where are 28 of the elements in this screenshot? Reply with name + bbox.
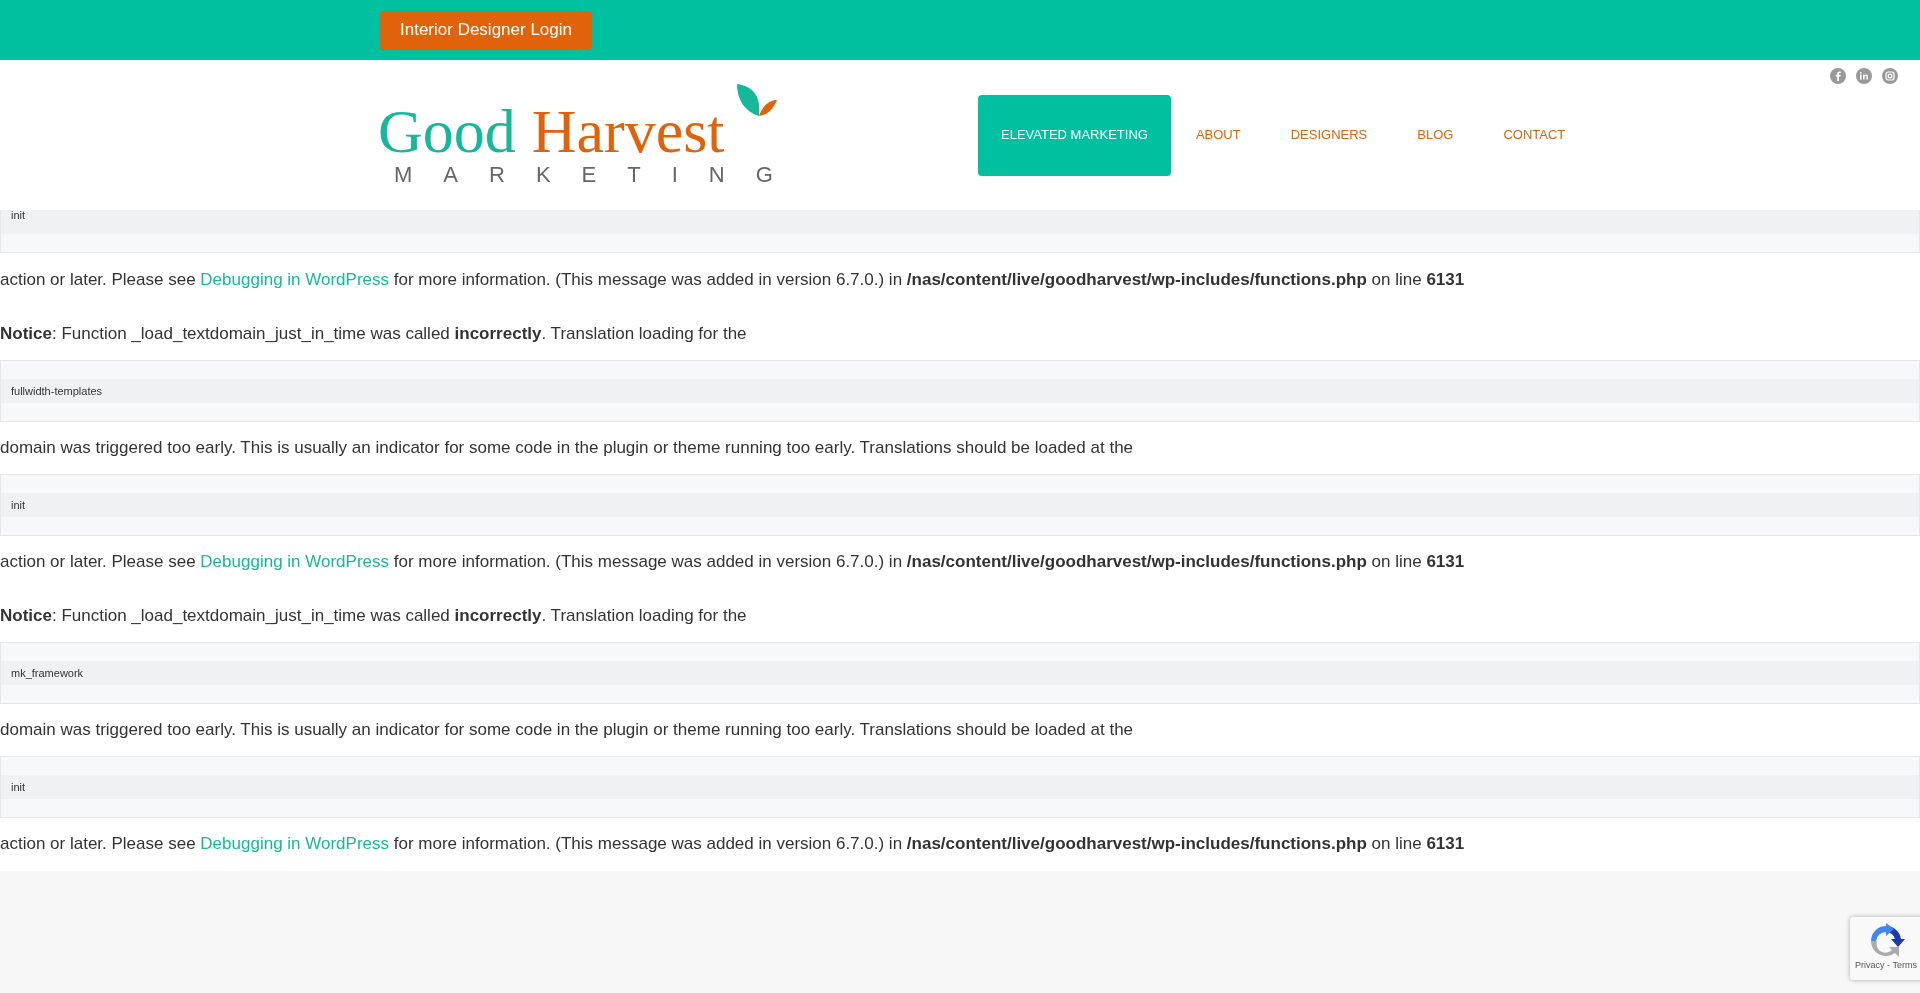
- nav-link[interactable]: ELEVATED MARKETING: [978, 94, 1171, 176]
- debugging-link[interactable]: Debugging in WordPress: [200, 552, 390, 571]
- recaptcha-links[interactable]: Privacy - Terms: [1855, 959, 1917, 973]
- logo-word: Good: [378, 100, 516, 162]
- notice-text: action or later. Please see Debugging in WordPress for more information. (This message was added in version 6.7.0.) in /nas/content/live/goodharvest/wp-includes/functions.php on line 6131: [0, 269, 1466, 291]
- instagram-icon[interactable]: [1882, 68, 1898, 84]
- nav-link[interactable]: CONTACT: [1478, 94, 1591, 176]
- notice-text: domain was triggered too early. This is usually an indicator for some code in the plugin or theme running too early. Translations should be loaded at the: [0, 719, 1135, 741]
- login-button[interactable]: Interior Designer Login: [380, 10, 592, 50]
- facebook-icon[interactable]: [1830, 68, 1846, 84]
- notice-text: domain was triggered too early. This is usually an indicator for some code in the plugin or theme running too early. Translations should be loaded at the: [0, 437, 1135, 459]
- debugging-link[interactable]: Debugging in WordPress: [200, 270, 390, 289]
- notice-text: action or later. Please see Debugging in WordPress for more information. (This message was added in version 6.7.0.) in /nas/content/live/goodharvest/wp-includes/functions.php on line 6131: [0, 833, 1466, 855]
- code-block: init: [0, 756, 1920, 818]
- logo-tagline: MARKETING: [394, 164, 804, 186]
- code-block: init: [0, 474, 1920, 536]
- notice-text: action or later. Please see Debugging in WordPress for more information. (This message was added in version 6.7.0.) in /nas/content/live/goodharvest/wp-includes/functions.php on line 6131: [0, 551, 1466, 573]
- logo-word: Harvest: [531, 100, 725, 162]
- code-block: mk_framework: [0, 642, 1920, 704]
- nav-link[interactable]: DESIGNERS: [1265, 94, 1393, 176]
- nav-link[interactable]: ABOUT: [1170, 94, 1266, 176]
- linkedin-icon[interactable]: [1856, 68, 1872, 84]
- nav-link[interactable]: BLOG: [1392, 94, 1479, 176]
- debugging-link[interactable]: Debugging in WordPress: [200, 834, 390, 853]
- code-block: fullwidth-templates: [0, 360, 1920, 422]
- code-block: init: [0, 210, 1920, 253]
- notice-text: Notice: Function _load_textdomain_just_in_time was called incorrectly. Translation loading for the: [0, 323, 748, 345]
- notice-text: Notice: Function _load_textdomain_just_in_time was called incorrectly. Translation loading for the: [0, 605, 748, 627]
